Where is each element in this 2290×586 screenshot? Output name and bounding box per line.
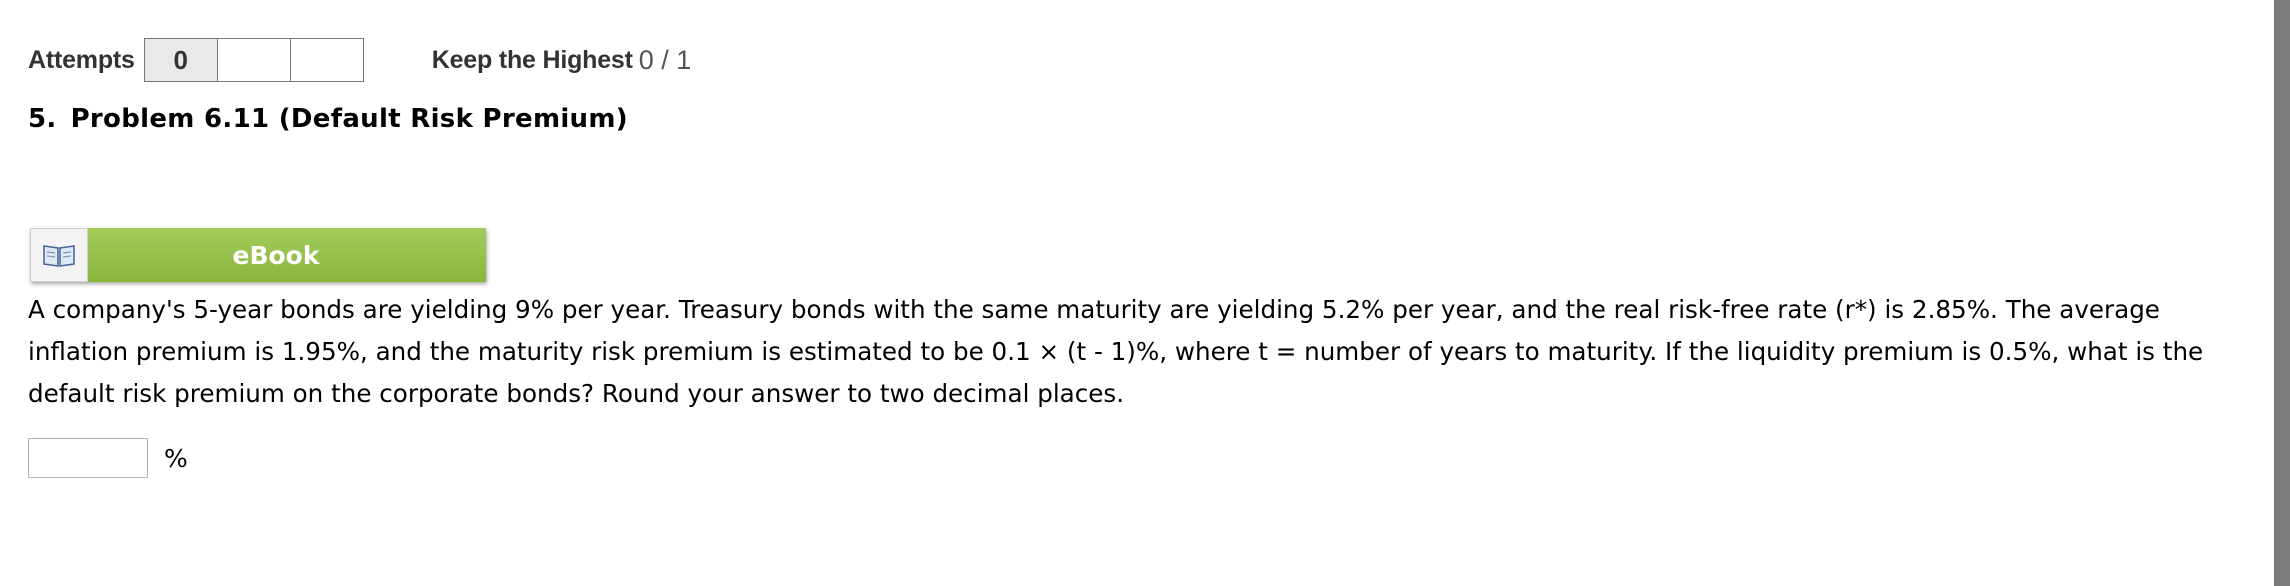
ebook-icon-box — [30, 228, 88, 282]
problem-title: 5. Problem 6.11 (Default Risk Premium) — [28, 104, 628, 134]
answer-row: % — [28, 438, 188, 478]
problem-number: 5. — [28, 104, 57, 134]
attempts-label: Attempts — [28, 45, 135, 74]
ebook-button[interactable]: eBook — [30, 228, 486, 282]
attempt-box-2 — [216, 38, 291, 82]
answer-unit: % — [164, 443, 188, 473]
ebook-label: eBook — [88, 228, 486, 282]
attempt-box-1: 0 — [143, 38, 218, 82]
problem-text: A company's 5-year bonds are yielding 9%… — [28, 295, 2204, 408]
attempt-box-3 — [289, 38, 364, 82]
score-value: 0 / 1 — [638, 44, 692, 75]
scrollbar[interactable] — [2274, 0, 2290, 586]
scoring-label: Keep the Highest — [431, 45, 633, 74]
attempts-row: Attempts 0 Keep the Highest 0 / 1 — [28, 36, 691, 84]
problem-title-text: Problem 6.11 (Default Risk Premium) — [70, 104, 628, 134]
answer-input[interactable] — [28, 438, 148, 478]
open-book-icon — [43, 245, 75, 267]
